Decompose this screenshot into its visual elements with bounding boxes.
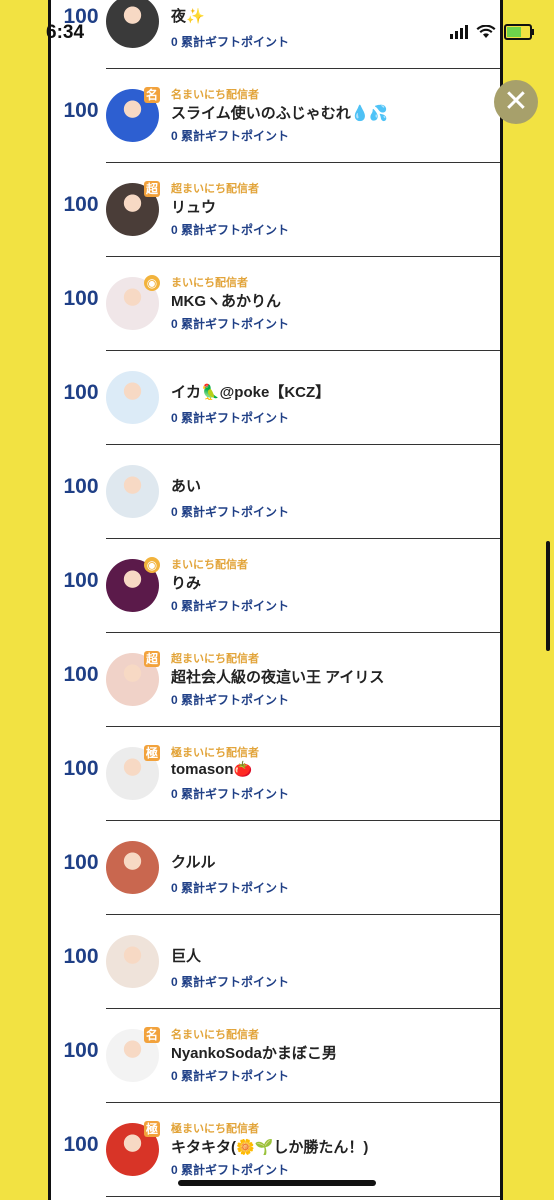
rank-number: 100 (63, 663, 99, 686)
rank-number: 100 (63, 1039, 99, 1062)
tier-badge-icon: 名 (144, 1027, 160, 1043)
cellular-signal-icon (450, 25, 468, 39)
gift-points: 0 累計ギフトポイント (171, 881, 290, 895)
gift-points: 0 累計ギフトポイント (171, 599, 290, 613)
ranking-row[interactable]: 100 ◉ まいにち配信者 りみ 0 累計ギフトポイント (51, 539, 500, 633)
user-name[interactable]: キタキタ(🌼🌱しか勝たん！) (171, 1136, 368, 1157)
rank-number: 100 (63, 99, 99, 122)
rank-number: 100 (63, 193, 99, 216)
avatar[interactable] (106, 841, 159, 894)
tier-label: まいにち配信者 (171, 277, 248, 289)
gift-points: 0 累計ギフトポイント (171, 129, 290, 143)
avatar[interactable] (106, 935, 159, 988)
ranking-row[interactable]: 100 超超まいにち配信者 リュウ 0 累計ギフトポイント (51, 163, 500, 257)
gift-points: 0 累計ギフトポイント (171, 975, 290, 989)
status-time: 6:34 (46, 22, 85, 43)
user-name[interactable]: 超社会人級の夜這い王 アイリス (171, 666, 384, 687)
rank-number: 100 (63, 381, 99, 404)
user-name[interactable]: あい (171, 475, 201, 496)
status-icons (450, 24, 534, 40)
user-name[interactable]: スライム使いのふじゃむれ💧💦 (171, 102, 388, 123)
gift-points: 0 累計ギフトポイント (171, 317, 290, 331)
tier-label: 名まいにち配信者 (171, 89, 259, 101)
close-button[interactable]: ✕ (494, 80, 538, 124)
user-name[interactable]: NyankoSodaかまぼこ男 (171, 1042, 337, 1063)
ranking-row[interactable]: 100 夜✨ 0 累計ギフトポイント (51, 0, 500, 69)
wifi-icon (476, 25, 496, 38)
user-name[interactable]: MKGヽあかりん (171, 290, 281, 311)
gift-points: 0 累計ギフトポイント (171, 1069, 290, 1083)
tier-label: まいにち配信者 (171, 559, 248, 571)
ranking-panel: 100 夜✨ 0 累計ギフトポイント 100 名名まいにち配信者 スライム使いのふじゃむれ… (48, 0, 503, 1200)
user-name[interactable]: 巨人 (171, 945, 201, 966)
tier-label: 超まいにち配信者 (171, 653, 259, 665)
avatar[interactable] (106, 0, 159, 48)
gift-points: 0 累計ギフトポイント (171, 693, 290, 707)
home-indicator[interactable] (178, 1180, 376, 1186)
rank-number: 100 (63, 1133, 99, 1156)
tier-badge-icon: 超 (144, 181, 160, 197)
user-name[interactable]: tomason🍅 (171, 760, 252, 778)
user-name[interactable]: クルル (171, 851, 216, 872)
gift-points: 0 累計ギフトポイント (171, 35, 290, 49)
ranking-row[interactable]: 100 あい 0 累計ギフトポイント (51, 445, 500, 539)
gift-points: 0 累計ギフトポイント (171, 1163, 290, 1177)
avatar[interactable] (106, 371, 159, 424)
tier-badge-icon: 名 (144, 87, 160, 103)
ranking-row[interactable]: 100 巨人 0 累計ギフトポイント (51, 915, 500, 1009)
user-name[interactable]: 夜✨ (171, 5, 205, 26)
ranking-row[interactable]: 100 イカ🦜@poke【KCZ】 0 累計ギフトポイント (51, 351, 500, 445)
gift-points: 0 累計ギフトポイント (171, 411, 290, 425)
user-name[interactable]: りみ (171, 572, 201, 593)
gift-points: 0 累計ギフトポイント (171, 223, 290, 237)
ranking-row[interactable]: 100 ◉ まいにち配信者 MKGヽあかりん 0 累計ギフトポイント (51, 257, 500, 351)
ranking-row[interactable]: 100 名名まいにち配信者 NyankoSodaかまぼこ男 0 累計ギフトポイント (51, 1009, 500, 1103)
row-divider (106, 1196, 500, 1197)
ranking-row[interactable]: 100 超超まいにち配信者 超社会人級の夜這い王 アイリス 0 累計ギフトポイント (51, 633, 500, 727)
tier-label: 極まいにち配信者 (171, 1123, 259, 1135)
tier-badge-icon: ◉ (144, 557, 160, 573)
rank-number: 100 (63, 945, 99, 968)
user-name[interactable]: リュウ (171, 196, 216, 217)
rank-number: 100 (63, 757, 99, 780)
tier-badge-icon: 極 (144, 745, 160, 761)
tier-label: 超まいにち配信者 (171, 183, 259, 195)
tier-badge-icon: 超 (144, 651, 160, 667)
gift-points: 0 累計ギフトポイント (171, 505, 290, 519)
user-name[interactable]: イカ🦜@poke【KCZ】 (171, 381, 330, 402)
tier-label: 名まいにち配信者 (171, 1029, 259, 1041)
rank-number: 100 (63, 475, 99, 498)
rank-number: 100 (63, 287, 99, 310)
avatar[interactable] (106, 465, 159, 518)
tier-badge-icon: ◉ (144, 275, 160, 291)
battery-icon (504, 24, 534, 40)
ranking-row[interactable]: 100 名名まいにち配信者 スライム使いのふじゃむれ💧💦 0 累計ギフトポイント (51, 69, 500, 163)
ranking-row[interactable]: 100 極極まいにち配信者 tomason🍅 0 累計ギフトポイント (51, 727, 500, 821)
tier-badge-icon: 極 (144, 1121, 160, 1137)
rank-number: 100 (63, 569, 99, 592)
gift-points: 0 累計ギフトポイント (171, 787, 290, 801)
rank-number: 100 (63, 851, 99, 874)
tier-label: 極まいにち配信者 (171, 747, 259, 759)
ranking-row[interactable]: 100 クルル 0 累計ギフトポイント (51, 821, 500, 915)
scroll-indicator[interactable] (546, 541, 550, 651)
